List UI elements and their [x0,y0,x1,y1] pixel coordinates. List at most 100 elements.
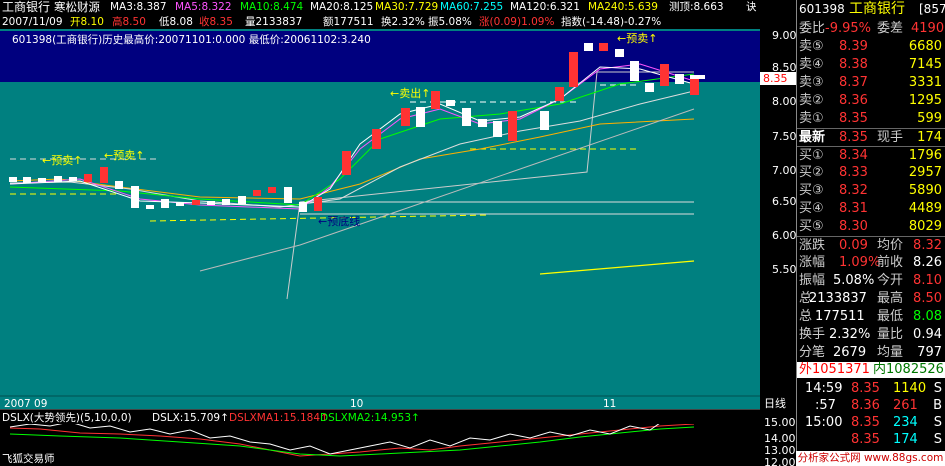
stat-avgvol-value: 797 [917,345,942,360]
ask2-vol: 1295 [908,93,942,108]
stat-pct-label: 涨幅 [799,255,826,270]
ask3-vol: 3331 [908,75,942,90]
tick1-price: 8.35 [851,381,880,396]
stat-amt-label: 总 [799,309,813,324]
sell-signal-2: ←预卖↑ [104,149,144,162]
bid1-vol: 1796 [908,148,942,163]
stat-ratio-value: 0.94 [913,327,942,342]
ma10-value: MA10:8.474 [240,1,304,13]
stat-prevclose-label: 前收 [877,255,904,270]
price-tick-600: 6.00 [772,229,796,242]
stat-prevclose-value: 8.26 [913,255,942,270]
stat-low-label: 最低 [877,309,904,324]
inner-volume: 内1082526 [873,362,944,377]
quote-code: 601398 [799,2,845,16]
stat-avg-label: 均价 [877,238,904,253]
latest-label: 最新 [799,130,826,145]
stat-amp-label: 振幅 [799,273,826,288]
tick2-vol: 261 [893,398,918,413]
stat-high-value: 8.50 [913,291,942,306]
info-bar: 2007/11/09 开8.10 高8.50 低8.08 收8.35 量2133… [0,15,796,29]
tick3-price: 8.35 [851,415,880,430]
quote-panel: 601398 工商银行 [857 委比 -9.95% 委差 4190 卖⑤ 8.3… [796,0,945,466]
ind-tick-15: 15.00 [764,416,796,429]
bid1-label: 买① [799,148,824,163]
bid2-label: 买② [799,165,824,180]
dslxma2-value: DSLXMA2:14.953↑ [320,412,420,424]
ask5-label: 卖⑤ [799,39,824,54]
tick3-vol: 234 [893,415,918,430]
ask4-vol: 7145 [908,57,942,72]
candlestick-chart[interactable]: 601398(工商银行)历史最高价:20071101:0.000 最低价:200… [0,29,760,409]
bar-volume: 量2133837 [245,16,303,28]
ma240-value: MA240:5.639 [588,1,658,13]
predict-top-value: 测顶:8.663 [669,1,724,13]
ma5-value: MA5:8.322 [175,1,232,13]
dslxma1-value: DSLXMA1:15.184↑ [229,412,329,424]
x-label-oct: 10 [350,398,363,409]
stat-avgvol-label: 均量 [877,345,904,360]
stat-amt-value: 177511 [815,309,865,324]
bar-amplitude: 振5.08% [428,16,472,28]
bid3-price: 8.32 [839,183,868,198]
bid5-vol: 8029 [908,219,942,234]
history-range-note: 601398(工商银行)历史最高价:20071101:0.000 最低价:200… [12,33,371,46]
stat-avg-value: 8.32 [913,238,942,253]
bar-high: 高8.50 [112,16,146,28]
dslx-value: DSLX:15.709↑ [152,412,229,424]
tick4-price: 8.35 [851,432,880,447]
stat-vol-value: 2133837 [809,291,867,306]
bid2-vol: 2957 [908,165,942,180]
tick2-price: 8.36 [851,398,880,413]
stat-open-value: 8.10 [913,273,942,288]
bar-change: 涨(0.09)1.09% [479,16,555,28]
bid5-price: 8.30 [839,219,868,234]
bar-amount: 额177511 [323,16,374,28]
ask1-label: 卖① [799,111,824,126]
price-tick-900: 9.00 [772,29,796,42]
price-tick-650: 6.50 [772,195,796,208]
ma120-value: MA120:6.321 [510,1,580,13]
ask5-vol: 6680 [908,39,942,54]
bid4-label: 买④ [799,201,824,216]
ask5-price: 8.39 [839,39,868,54]
ma60-value: MA60:7.255 [440,1,504,13]
ma20-value: MA20:8.125 [310,1,374,13]
price-tick-800: 8.00 [772,95,796,108]
stat-turn-value: 2.32% [829,327,871,342]
indicator-axis: 15.00 14.00 13.00 12.00 [764,416,796,466]
trailing-label: 诀 [746,1,757,13]
stat-trades-label: 分笔 [799,345,826,360]
bid1-price: 8.34 [839,148,868,163]
tick1-vol: 1140 [893,381,927,396]
stat-change-label: 涨跌 [799,238,826,253]
ask2-price: 8.36 [839,93,868,108]
bar-turnover: 换2.32% [381,16,425,28]
bar-index: 指数(-14.48)-0.27% [561,16,662,28]
bar-low: 低8.08 [159,16,193,28]
ask1-vol: 599 [917,111,942,126]
stat-ratio-label: 量比 [877,327,904,342]
ask3-label: 卖③ [799,75,824,90]
xianshou-value: 174 [917,130,942,145]
price-tick-550: 5.50 [772,263,796,276]
webi-value: -9.95% [825,21,871,36]
weicha-value: 4190 [911,21,945,36]
tick3-side: S [933,415,942,430]
ma-bar: 工商银行 寒松财源 MA3:8.387 MA5:8.322 MA10:8.474… [0,0,796,15]
stat-trades-value: 2679 [833,345,867,360]
ask4-price: 8.38 [839,57,868,72]
stat-turn-label: 换手 [799,327,826,342]
stat-amp-value: 5.08% [833,273,875,288]
ma3-value: MA3:8.387 [110,1,167,13]
bar-date: 2007/11/09 [2,16,63,28]
tick3-time: 15:00 [805,415,843,430]
weicha-label: 委差 [877,21,904,36]
ask2-label: 卖② [799,93,824,108]
tick2-time: :57 [815,398,836,413]
ask1-price: 8.35 [839,111,868,126]
period-label[interactable]: 日线 [764,396,786,409]
stat-high-label: 最高 [877,291,904,306]
bottom-line-label: ←预底线 [318,214,360,228]
quote-name: 工商银行 [849,1,905,17]
